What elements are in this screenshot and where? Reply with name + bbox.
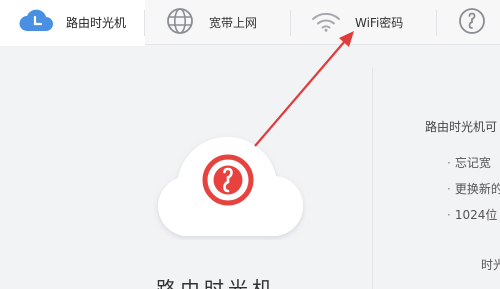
bullet-text: 更换新的 [454, 182, 500, 196]
tab-broadband[interactable]: 宽带上网 [145, 0, 291, 45]
clock-cloud-icon [18, 9, 54, 37]
tab-label: WiFi密码 [355, 16, 404, 30]
hero-caption: 路由时光机 [156, 279, 316, 289]
info-panel: 路由时光机可 · 忘记宽 · 更换新的 · 1024位 时光 [373, 46, 500, 289]
info-bullet: · 更换新的 [447, 180, 500, 197]
bullet-text: 1024位 [454, 208, 498, 222]
tab-more[interactable] [437, 0, 500, 45]
bullet-dot: · [447, 208, 451, 222]
bullet-text: 忘记宽 [454, 156, 491, 170]
power-icon [457, 6, 487, 40]
tab-router-time-machine[interactable]: 路由时光机 [0, 0, 145, 46]
bullet-dot: · [447, 182, 451, 196]
time-machine-hero-icon [148, 132, 306, 240]
bullet-dot: · [447, 156, 451, 170]
tab-label: 路由时光机 [66, 16, 127, 30]
globe-icon [165, 6, 195, 40]
tab-wifi-password[interactable]: WiFi密码 [291, 0, 437, 45]
tab-label: 宽带上网 [209, 16, 258, 30]
info-bullet: · 忘记宽 [447, 154, 491, 171]
tab-bar: 路由时光机 宽带上网 WiFi密码 [0, 0, 500, 46]
info-title: 路由时光机可 [425, 120, 498, 134]
info-footer: 时光 [481, 258, 500, 272]
info-bullet: · 1024位 [447, 206, 497, 223]
wifi-icon [311, 10, 341, 36]
